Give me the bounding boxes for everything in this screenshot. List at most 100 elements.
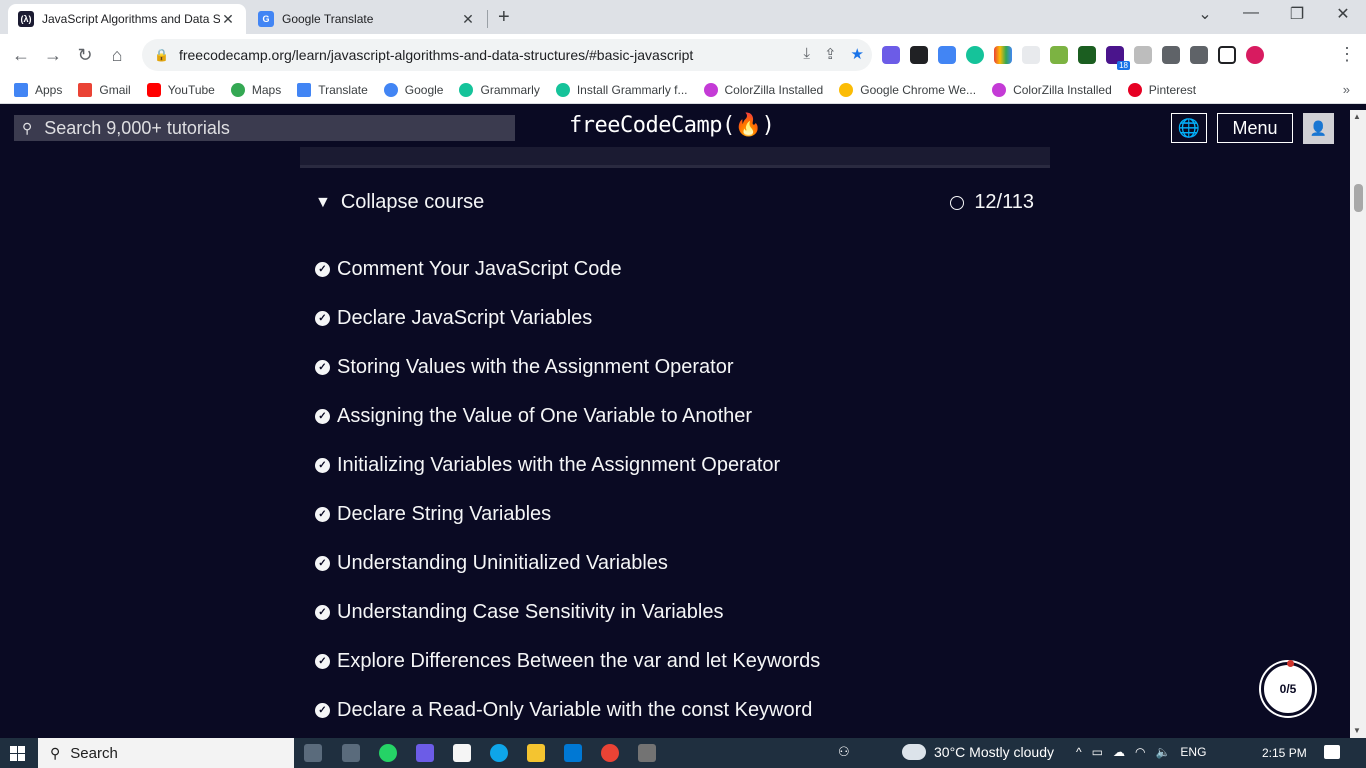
restore-button[interactable]: ❐ xyxy=(1274,4,1320,24)
tab-search-dropdown-icon[interactable]: ⌄ xyxy=(1182,4,1228,24)
forward-arrow-icon[interactable]: → xyxy=(40,42,66,68)
file-explorer-icon[interactable] xyxy=(527,744,545,762)
chevron-up-icon[interactable]: ^ xyxy=(1076,745,1082,759)
minimize-button[interactable]: — xyxy=(1228,4,1274,22)
home-icon[interactable]: ⌂ xyxy=(104,42,130,68)
bookmark-translate[interactable]: Translate xyxy=(297,82,368,97)
bookmark-colorzilla-2[interactable]: ColorZilla Installed xyxy=(992,82,1112,97)
lesson-item[interactable]: ✓ Comment Your JavaScript Code xyxy=(315,245,820,294)
install-app-icon[interactable]: ⤓ xyxy=(803,45,810,63)
checkmark-circle-icon: ✓ xyxy=(315,605,330,620)
scroll-down-arrow-icon[interactable]: ▼ xyxy=(1353,726,1361,735)
bookmark-label: Google Chrome We... xyxy=(860,82,977,97)
menu-button[interactable]: Menu xyxy=(1217,113,1293,143)
camera-extension-icon[interactable] xyxy=(1050,46,1068,64)
more-options-icon[interactable]: ⋮ xyxy=(1338,44,1356,65)
eyedropper-icon[interactable] xyxy=(910,46,928,64)
edge-icon[interactable] xyxy=(490,744,508,762)
bookmark-install-grammarly[interactable]: Install Grammarly f... xyxy=(555,82,688,97)
download-icon[interactable] xyxy=(1190,46,1208,64)
language-globe-icon[interactable]: 🌐 xyxy=(1171,113,1207,143)
task-view-icon[interactable] xyxy=(304,744,322,762)
close-window-button[interactable]: ✕ xyxy=(1320,4,1366,24)
lock-icon[interactable]: 🔒 xyxy=(154,48,169,62)
bookmark-apps[interactable]: Apps xyxy=(14,82,62,97)
tab-freecodecamp[interactable]: (λ) JavaScript Algorithms and Data S ✕ xyxy=(8,4,246,34)
onedrive-cloud-icon[interactable]: ☁ xyxy=(1113,745,1125,759)
bookmark-chrome-web-store[interactable]: Google Chrome We... xyxy=(839,82,977,97)
lesson-item[interactable]: ✓ Declare a Read-Only Variable with the c… xyxy=(315,686,820,735)
grammarly-icon xyxy=(555,82,570,97)
bookmark-colorzilla[interactable]: ColorZilla Installed xyxy=(703,82,824,97)
video-editor-icon[interactable] xyxy=(416,744,434,762)
bookmark-google[interactable]: Google xyxy=(383,82,443,97)
fcc-logo[interactable]: freeCodeCamp(🔥) xyxy=(569,113,775,138)
user-avatar[interactable]: 👤 xyxy=(1303,113,1334,144)
search-input[interactable]: ⚲ Search 9,000+ tutorials xyxy=(14,115,515,141)
weather-text: 30°C Mostly cloudy xyxy=(934,744,1054,760)
collapse-course-button[interactable]: ▼ Collapse course xyxy=(315,191,484,214)
windows-start-icon[interactable] xyxy=(10,746,25,761)
people-icon[interactable]: ⚇ xyxy=(838,744,856,762)
lesson-item[interactable]: ✓ Assigning the Value of One Variable to … xyxy=(315,392,820,441)
widgets-icon[interactable] xyxy=(342,744,360,762)
font-extension-icon[interactable] xyxy=(1022,46,1040,64)
store-icon[interactable] xyxy=(453,744,471,762)
grammarly-icon[interactable] xyxy=(966,46,984,64)
lesson-item[interactable]: ✓ Storing Values with the Assignment Oper… xyxy=(315,343,820,392)
back-arrow-icon[interactable]: ← xyxy=(8,42,34,68)
share-icon[interactable]: ⇪ xyxy=(824,45,837,63)
lesson-item[interactable]: ✓ Declare String Variables xyxy=(315,490,820,539)
lesson-title: Storing Values with the Assignment Opera… xyxy=(337,356,734,378)
calculator-icon[interactable] xyxy=(638,744,656,762)
new-tab-button[interactable]: + xyxy=(498,6,510,29)
lesson-item[interactable]: ✓ Understanding Uninitialized Variables xyxy=(315,539,820,588)
bookmarks-overflow-icon[interactable]: » xyxy=(1343,82,1350,97)
battery-icon[interactable]: ▭ xyxy=(1092,745,1103,759)
bookmark-label: ColorZilla Installed xyxy=(724,82,824,97)
tab-google-translate[interactable]: G Google Translate ✕ xyxy=(248,4,486,34)
weather-widget[interactable]: 30°C Mostly cloudy xyxy=(902,744,1054,760)
edit-extension-icon[interactable] xyxy=(1078,46,1096,64)
wifi-icon[interactable]: ◠ xyxy=(1135,745,1145,759)
lesson-item[interactable]: ✓ Initializing Variables with the Assignm… xyxy=(315,441,820,490)
lesson-item[interactable]: ✓ Explore Differences Between the var and… xyxy=(315,637,820,686)
search-icon: ⚲ xyxy=(22,119,33,136)
notification-center-icon[interactable] xyxy=(1324,745,1340,759)
checkmark-circle-icon: ✓ xyxy=(315,703,330,718)
language-indicator[interactable]: ENG xyxy=(1180,745,1206,759)
page-scrollbar[interactable]: ▲ ▼ xyxy=(1350,110,1366,738)
lesson-item[interactable]: ✓ Understanding Case Sensitivity in Varia… xyxy=(315,588,820,637)
bookmark-star-icon[interactable]: ★ xyxy=(851,45,864,63)
close-tab-icon[interactable]: ✕ xyxy=(220,11,236,28)
progress-badge[interactable]: 0/5 xyxy=(1261,662,1315,716)
youtube-icon xyxy=(146,82,161,97)
bookmark-pinterest[interactable]: Pinterest xyxy=(1127,82,1196,97)
translate-extension-icon[interactable] xyxy=(938,46,956,64)
clock[interactable]: 2:15 PM xyxy=(1262,746,1307,760)
puzzle-piece-icon[interactable] xyxy=(1162,46,1180,64)
extension-icon[interactable] xyxy=(882,46,900,64)
reload-icon[interactable]: ↻ xyxy=(72,42,98,68)
bookmark-grammarly[interactable]: Grammarly xyxy=(459,82,540,97)
lesson-item[interactable]: ✓ Declare JavaScript Variables xyxy=(315,294,820,343)
side-panel-icon[interactable] xyxy=(1218,46,1236,64)
profile-avatar-icon[interactable] xyxy=(1246,46,1264,64)
colorzilla-icon[interactable] xyxy=(994,46,1012,64)
graduation-cap-icon[interactable]: 18 xyxy=(1106,46,1130,70)
whatsapp-icon[interactable] xyxy=(379,744,397,762)
taskbar-search[interactable]: ⚲ Search xyxy=(38,738,294,768)
chrome-icon xyxy=(839,82,854,97)
scrollbar-thumb[interactable] xyxy=(1354,184,1363,212)
bookmark-maps[interactable]: Maps xyxy=(230,82,281,97)
bookmark-gmail[interactable]: Gmail xyxy=(78,82,131,97)
scroll-up-arrow-icon[interactable]: ▲ xyxy=(1353,112,1361,121)
bookmark-youtube[interactable]: YouTube xyxy=(146,82,215,97)
mail-icon[interactable] xyxy=(564,744,582,762)
volume-icon[interactable]: 🔈 xyxy=(1155,745,1170,759)
close-tab-icon[interactable]: ✕ xyxy=(460,11,476,28)
address-bar[interactable]: 🔒 freecodecamp.org/learn/javascript-algo… xyxy=(142,39,872,71)
chrome-taskbar-icon[interactable] xyxy=(601,744,619,762)
url-text[interactable]: freecodecamp.org/learn/javascript-algori… xyxy=(179,47,693,63)
screenshot-icon[interactable] xyxy=(1134,46,1152,64)
